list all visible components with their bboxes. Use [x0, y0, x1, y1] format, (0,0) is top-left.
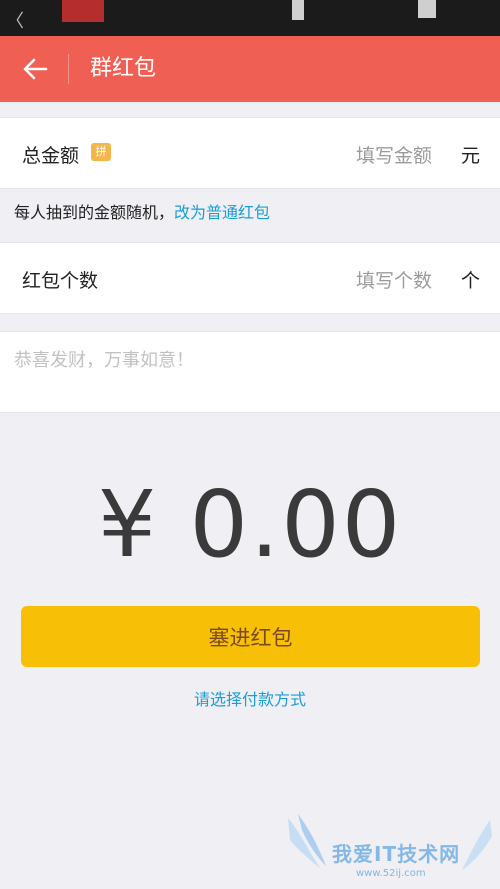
message-placeholder: 恭喜发财，万事如意！	[14, 350, 194, 371]
arrow-left-icon	[23, 58, 48, 80]
total-amount-row[interactable]: 总金额 拼 填写金额 元	[0, 117, 500, 189]
select-payment-link[interactable]: 请选择付款方式	[0, 686, 500, 710]
random-amount-hint: 每人抽到的金额随机，改为普通红包	[14, 199, 270, 223]
switch-to-normal-link[interactable]: 改为普通红包	[174, 203, 270, 222]
status-icon	[292, 0, 304, 20]
status-back-icon: 〈	[6, 11, 24, 32]
message-input[interactable]: 恭喜发财，万事如意！	[0, 331, 500, 413]
status-notification-icon	[62, 0, 104, 22]
page-title: 群红包	[90, 56, 157, 81]
title-bar: 群红包	[0, 36, 500, 102]
total-amount-unit: 元	[460, 145, 480, 167]
status-icon	[418, 0, 436, 18]
submit-button[interactable]: 塞进红包	[21, 606, 480, 667]
packet-count-unit: 个	[460, 270, 480, 292]
pin-badge: 拼	[91, 143, 111, 161]
packet-count-row[interactable]: 红包个数 填写个数 个	[0, 242, 500, 314]
total-amount-label: 总金额	[22, 145, 80, 167]
total-amount-input[interactable]: 填写金额	[356, 141, 432, 168]
hint-text: 每人抽到的金额随机，	[14, 203, 175, 222]
amount-display: ¥ 0.00	[97, 471, 403, 578]
packet-count-input[interactable]: 填写个数	[356, 266, 432, 293]
watermark: 我爱IT技术网 www.52ij.com	[280, 810, 500, 889]
title-divider	[68, 54, 69, 84]
status-bar: 〈	[0, 0, 500, 36]
packet-count-label: 红包个数	[22, 270, 99, 292]
watermark-url: www.52ij.com	[356, 868, 426, 879]
watermark-text: 我爱IT技术网	[332, 842, 461, 866]
back-button[interactable]	[14, 48, 56, 90]
